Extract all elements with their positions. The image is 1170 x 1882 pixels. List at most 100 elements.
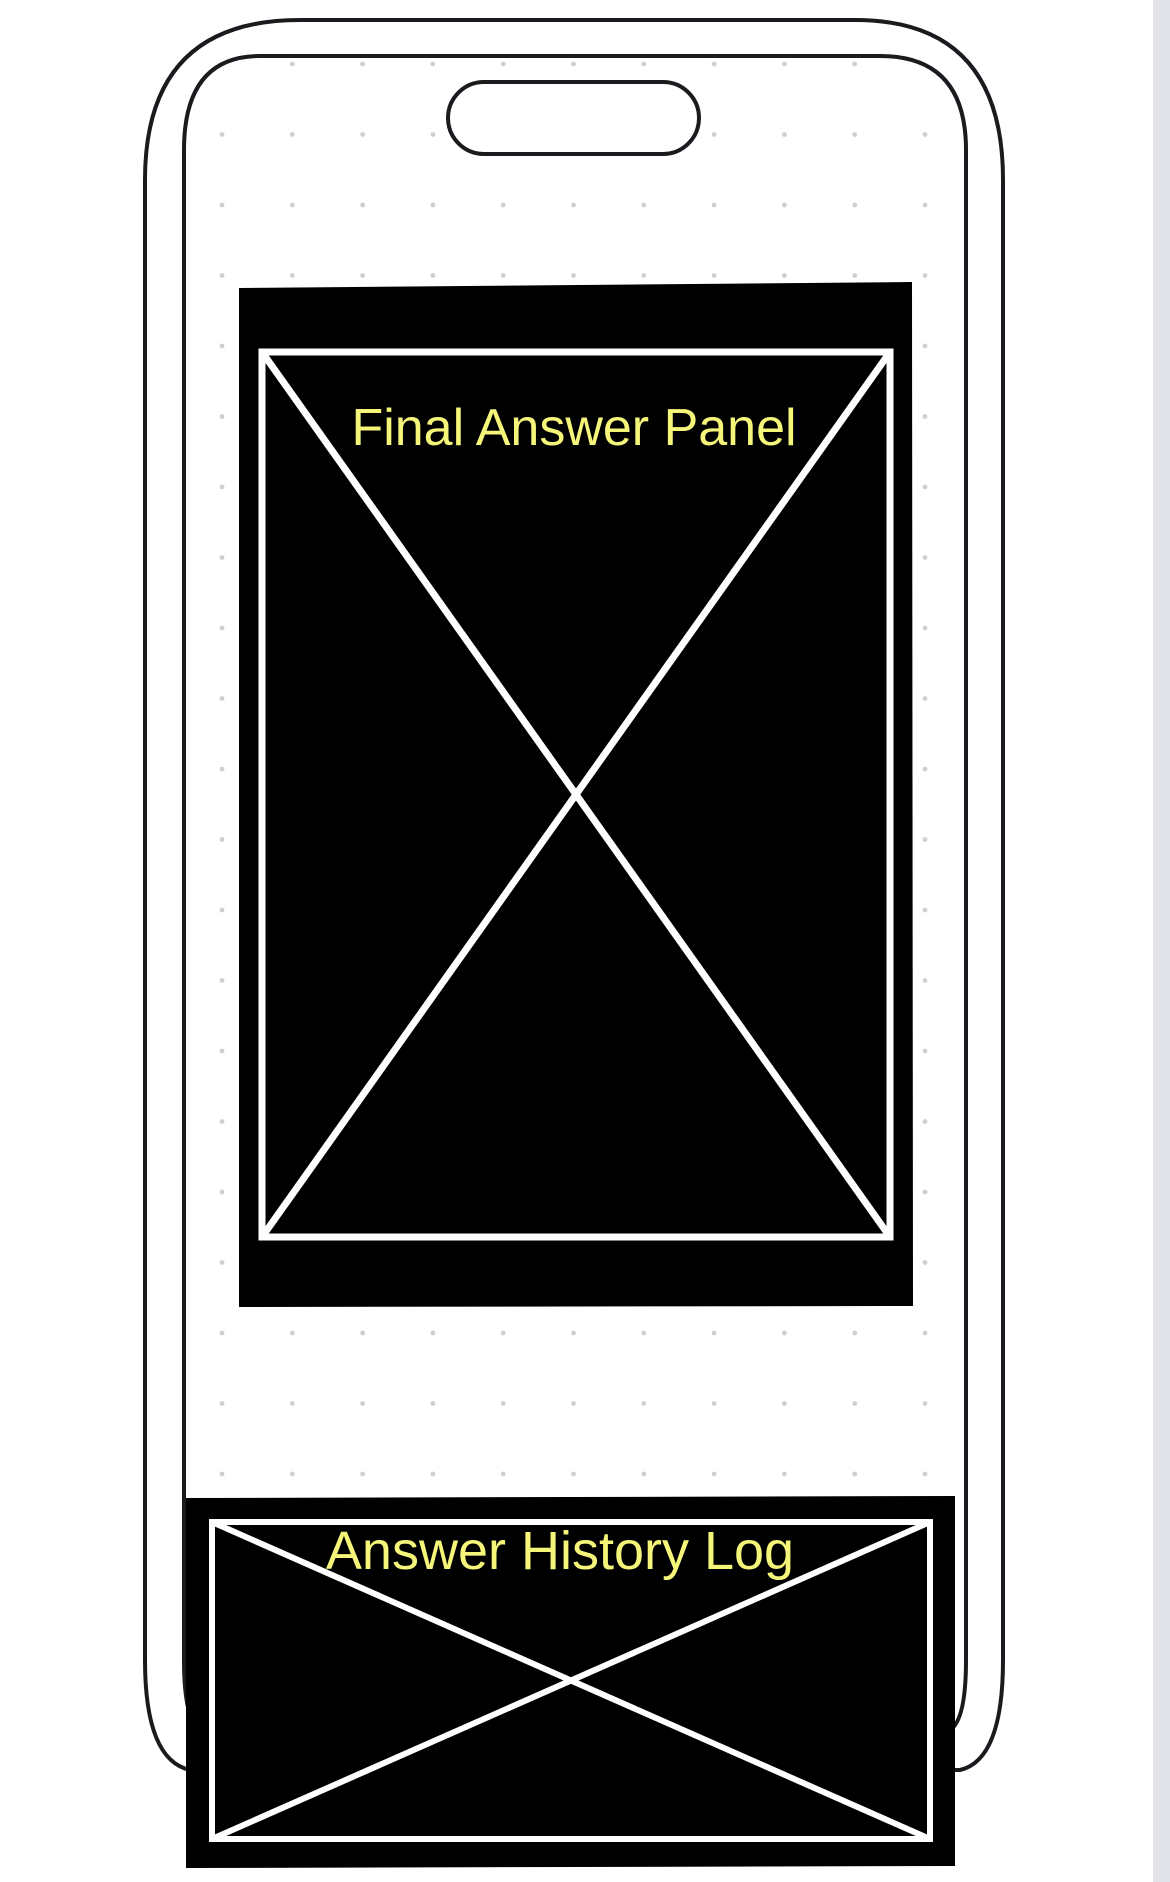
grid-dot: [782, 202, 787, 208]
grid-dot: [360, 1401, 365, 1406]
grid-dot: [289, 273, 295, 278]
grid-dot: [711, 1471, 717, 1477]
grid-dot: [852, 1401, 858, 1406]
grid-dot: [782, 1471, 787, 1477]
grid-dot: [922, 132, 928, 137]
grid-dot: [711, 1401, 717, 1406]
grid-dot: [782, 61, 787, 67]
grid-dot: [219, 555, 225, 560]
grid-dot: [219, 837, 225, 842]
grid-dot: [360, 1471, 365, 1477]
grid-dot: [711, 202, 717, 208]
grid-dot: [219, 1401, 225, 1406]
final-answer-panel-label: Final Answer Panel: [351, 399, 797, 457]
grid-dot: [430, 1471, 436, 1477]
canvas: Final Answer Panel Answer History Log: [0, 0, 1170, 1882]
grid-dot: [219, 978, 225, 983]
grid-dot: [711, 132, 717, 137]
grid-dot: [641, 1330, 647, 1336]
grid-dot: [922, 907, 928, 913]
grid-dot: [500, 1330, 506, 1336]
grid-dot: [922, 484, 928, 490]
grid-dot: [219, 202, 225, 208]
grid-dot: [219, 625, 225, 631]
grid-dot: [571, 61, 576, 67]
wireframe-drawing: [143, 18, 1005, 1868]
grid-dot: [500, 1401, 506, 1406]
grid-dot: [571, 273, 576, 278]
grid-dot: [430, 1401, 436, 1406]
grid-dot: [571, 1471, 576, 1477]
grid-dot: [852, 202, 858, 208]
grid-dot: [852, 61, 858, 67]
grid-dot: [219, 273, 225, 278]
grid-dot: [641, 273, 647, 278]
grid-dot: [430, 202, 436, 208]
grid-dot: [852, 1471, 858, 1477]
grid-dot: [219, 907, 225, 913]
grid-dot: [219, 343, 225, 349]
grid-dot: [711, 273, 717, 278]
grid-dot: [430, 273, 436, 278]
grid-dot: [571, 1401, 576, 1406]
grid-dot: [782, 273, 787, 278]
grid-dot: [922, 978, 928, 983]
grid-dot: [289, 132, 295, 137]
grid-dot: [289, 1471, 295, 1477]
grid-dot: [782, 132, 787, 137]
grid-dot: [500, 273, 506, 278]
grid-dot: [571, 1330, 576, 1336]
grid-dot: [219, 484, 225, 490]
grid-dot: [360, 1330, 365, 1336]
grid-dot: [922, 1330, 928, 1336]
grid-dot: [289, 1401, 295, 1406]
grid-dot: [711, 1330, 717, 1336]
grid-dot: [360, 132, 365, 137]
grid-dot: [782, 1401, 787, 1406]
grid-dot: [922, 837, 928, 842]
grid-dot: [641, 1401, 647, 1406]
grid-dot: [922, 696, 928, 701]
grid-dot: [219, 414, 225, 419]
grid-dot: [219, 132, 225, 137]
grid-dot: [219, 696, 225, 701]
grid-dot: [782, 1330, 787, 1336]
grid-dot: [852, 132, 858, 137]
grid-dot: [922, 1471, 928, 1477]
grid-dot: [922, 1119, 928, 1124]
grid-dot: [500, 61, 506, 67]
grid-dot: [430, 132, 436, 137]
grid-dot: [922, 343, 928, 349]
grid-dot: [571, 202, 576, 208]
grid-dot: [922, 766, 928, 772]
grid-dot: [500, 202, 506, 208]
grid-dot: [922, 1048, 928, 1054]
grid-dot: [922, 555, 928, 560]
grid-dot: [289, 202, 295, 208]
grid-dot: [219, 1471, 225, 1477]
grid-dot: [922, 1189, 928, 1195]
grid-dot: [219, 1048, 225, 1054]
grid-dot: [922, 1401, 928, 1406]
grid-dot: [219, 1330, 225, 1336]
grid-dot: [360, 202, 365, 208]
grid-dot: [922, 1260, 928, 1265]
grid-dot: [430, 1330, 436, 1336]
dynamic-island: [446, 80, 701, 156]
grid-dot: [641, 202, 647, 208]
grid-dot: [641, 1471, 647, 1477]
grid-dot: [289, 1330, 295, 1336]
grid-dot: [852, 1330, 858, 1336]
grid-dot: [289, 61, 295, 67]
grid-dot: [852, 273, 858, 278]
grid-dot: [922, 414, 928, 419]
grid-dot: [219, 1189, 225, 1195]
grid-dot: [922, 625, 928, 631]
grid-dot: [219, 1119, 225, 1124]
grid-dot: [360, 273, 365, 278]
grid-dot: [922, 273, 928, 278]
grid-dot: [922, 202, 928, 208]
answer-history-log-label: Answer History Log: [325, 1521, 795, 1581]
grid-dot: [430, 61, 436, 67]
grid-dot: [711, 61, 717, 67]
